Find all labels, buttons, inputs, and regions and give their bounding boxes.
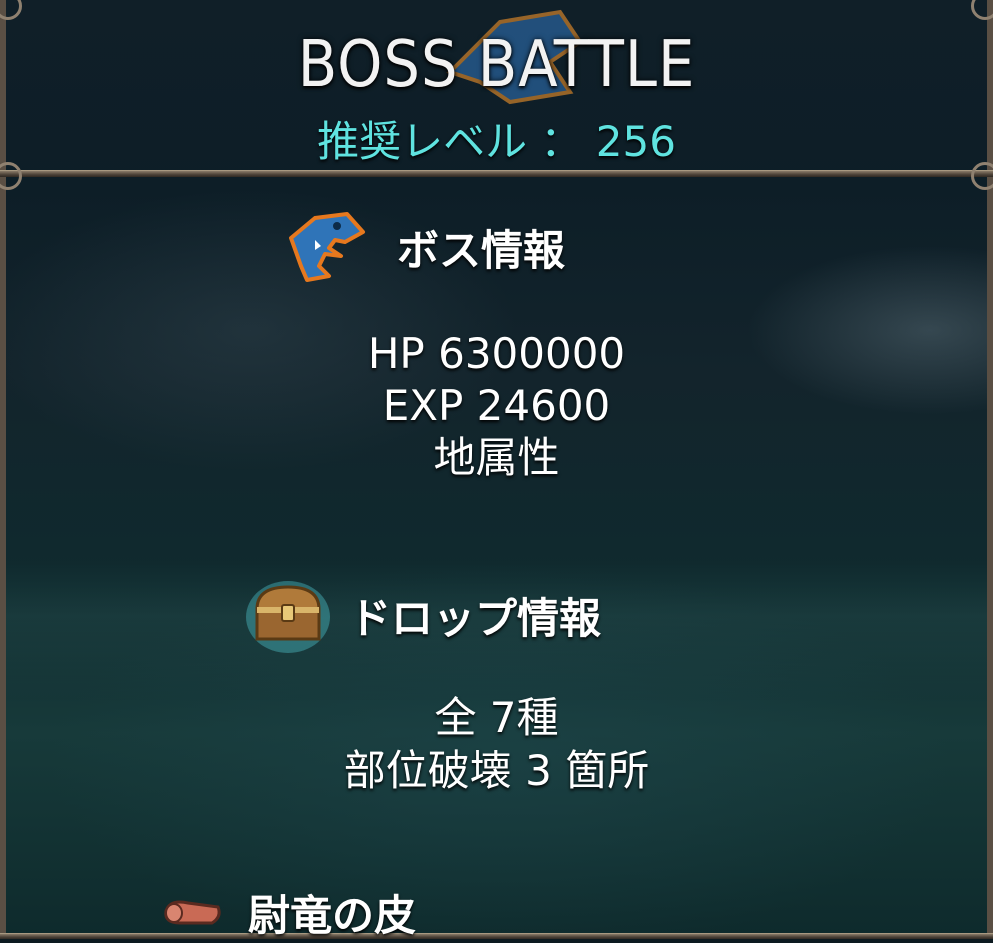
boss-hp: HP 6300000: [367, 329, 626, 378]
breakable-parts: 部位破壊 3 箇所: [343, 746, 650, 795]
header-divider: [0, 170, 993, 177]
page-title: BOSS BATTLE: [297, 28, 696, 102]
boss-info-heading: ボス情報: [285, 210, 565, 284]
bottom-divider: [0, 933, 993, 939]
drop-info-label: ドロップ情報: [349, 593, 602, 643]
boss-exp: EXP 24600: [382, 381, 611, 430]
drop-total: 全 7種: [434, 693, 559, 742]
drop-item-label: 尉竜の皮: [248, 891, 417, 940]
treasure-chest-icon: [245, 575, 331, 655]
boss-attribute: 地属性: [433, 433, 560, 482]
boss-info-label: ボス情報: [397, 225, 566, 275]
drop-item[interactable]: 尉竜の皮: [160, 882, 416, 943]
drop-info-heading: ドロップ情報: [245, 575, 601, 655]
recommended-level: 推奨レベル ： 256: [317, 117, 676, 166]
hide-scroll-icon: [160, 893, 224, 933]
shark-head-icon: [285, 210, 367, 284]
